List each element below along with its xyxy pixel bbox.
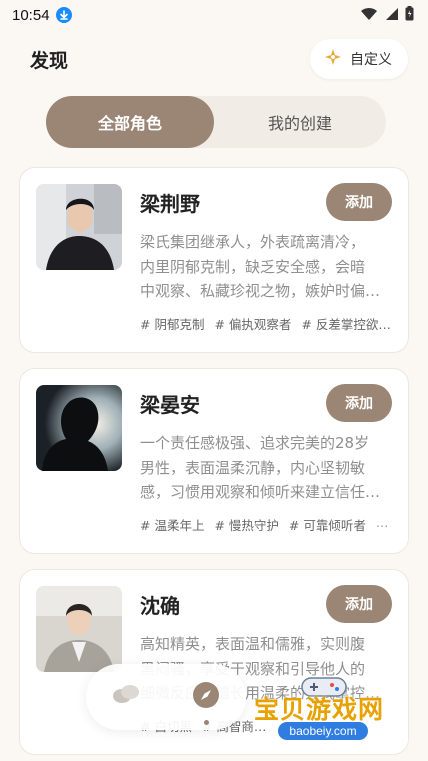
battery-icon xyxy=(405,5,414,25)
page-title: 发现 xyxy=(30,49,69,72)
compass-icon xyxy=(192,681,220,713)
description-line: 男性，表面温柔沉静，内心坚韧敏 xyxy=(140,458,366,477)
tag-list: # 温柔年上 # 慢热守护 # 可靠倾听者 … xyxy=(140,515,396,534)
tab-my-creations[interactable]: 我的创建 xyxy=(214,96,386,148)
avatar xyxy=(36,586,122,672)
description-line: 一个责任感极强、追求完美的28岁 xyxy=(140,434,370,452)
tab-all-characters[interactable]: 全部角色 xyxy=(46,96,214,148)
active-indicator xyxy=(204,720,209,725)
add-button[interactable]: 添加 xyxy=(326,183,392,221)
tag: # 慢热守护 xyxy=(214,518,279,533)
download-icon xyxy=(55,7,72,23)
description-line: 梁氏集团继承人，外表疏离清冷， xyxy=(140,233,366,251)
tab-bar: 全部角色 我的创建 xyxy=(46,96,386,148)
tag-list: # 阴郁克制 # 偏执观察者 # 反差掌控欲… xyxy=(140,314,396,333)
description-line: 感，习惯用观察和倾听来建立信任… xyxy=(140,483,381,501)
tag-more: … xyxy=(375,515,389,530)
status-right xyxy=(360,5,414,25)
character-name: 沈确 xyxy=(140,594,180,618)
character-name: 梁荆野 xyxy=(140,192,200,216)
character-description: 一个责任感极强、追求完美的28岁 男性，表面温柔沉静，内心坚韧敏 感，习惯用观察… xyxy=(140,431,392,505)
custom-button-label: 自定义 xyxy=(350,52,392,68)
tag: # 偏执观察者 xyxy=(214,317,292,332)
tag: # 反差掌控欲… xyxy=(301,317,391,332)
character-card[interactable]: 梁晏安 添加 一个责任感极强、追求完美的28岁 男性，表面温柔沉静，内心坚韧敏 … xyxy=(19,368,409,554)
tag: # 可靠倾听者 xyxy=(288,518,366,533)
signal-icon xyxy=(384,6,399,25)
character-card[interactable]: 梁荆野 添加 梁氏集团继承人，外表疏离清冷， 内里阴郁克制，缺乏安全感，会暗 中… xyxy=(19,167,409,353)
status-left: 10:54 xyxy=(12,7,72,24)
avatar xyxy=(36,184,122,270)
avatar xyxy=(36,385,122,471)
description-line: 高知精英，表面温和儒雅，实则腹 xyxy=(140,635,366,653)
add-button[interactable]: 添加 xyxy=(326,585,392,623)
character-name: 梁晏安 xyxy=(140,393,200,417)
nav-discover[interactable] xyxy=(186,677,226,725)
sparkle-icon xyxy=(324,48,342,70)
watermark-logo: 宝贝游戏网 baobeiy.com xyxy=(250,672,410,758)
watermark-text: 宝贝游戏网 xyxy=(254,695,385,724)
tag: # 温柔年上 xyxy=(140,518,205,533)
character-description: 梁氏集团继承人，外表疏离清冷， 内里阴郁克制，缺乏安全感，会暗 中观察、私藏珍视… xyxy=(140,230,392,304)
custom-button[interactable]: 自定义 xyxy=(310,39,408,79)
header: 发现 自定义 xyxy=(0,30,428,88)
description-line: 内里阴郁克制，缺乏安全感，会暗 xyxy=(140,257,366,276)
wifi-icon xyxy=(360,6,378,25)
status-time: 10:54 xyxy=(12,6,50,24)
description-line: 中观察、私藏珍视之物，嫉妒时偏… xyxy=(140,282,381,300)
chat-bubble-icon xyxy=(111,683,141,711)
status-bar: 10:54 xyxy=(0,0,428,30)
watermark-url: baobeiy.com xyxy=(278,722,368,740)
bottom-nav xyxy=(86,664,246,730)
nav-chat[interactable] xyxy=(106,677,146,717)
add-button[interactable]: 添加 xyxy=(326,384,392,422)
tag: # 阴郁克制 xyxy=(140,317,205,332)
